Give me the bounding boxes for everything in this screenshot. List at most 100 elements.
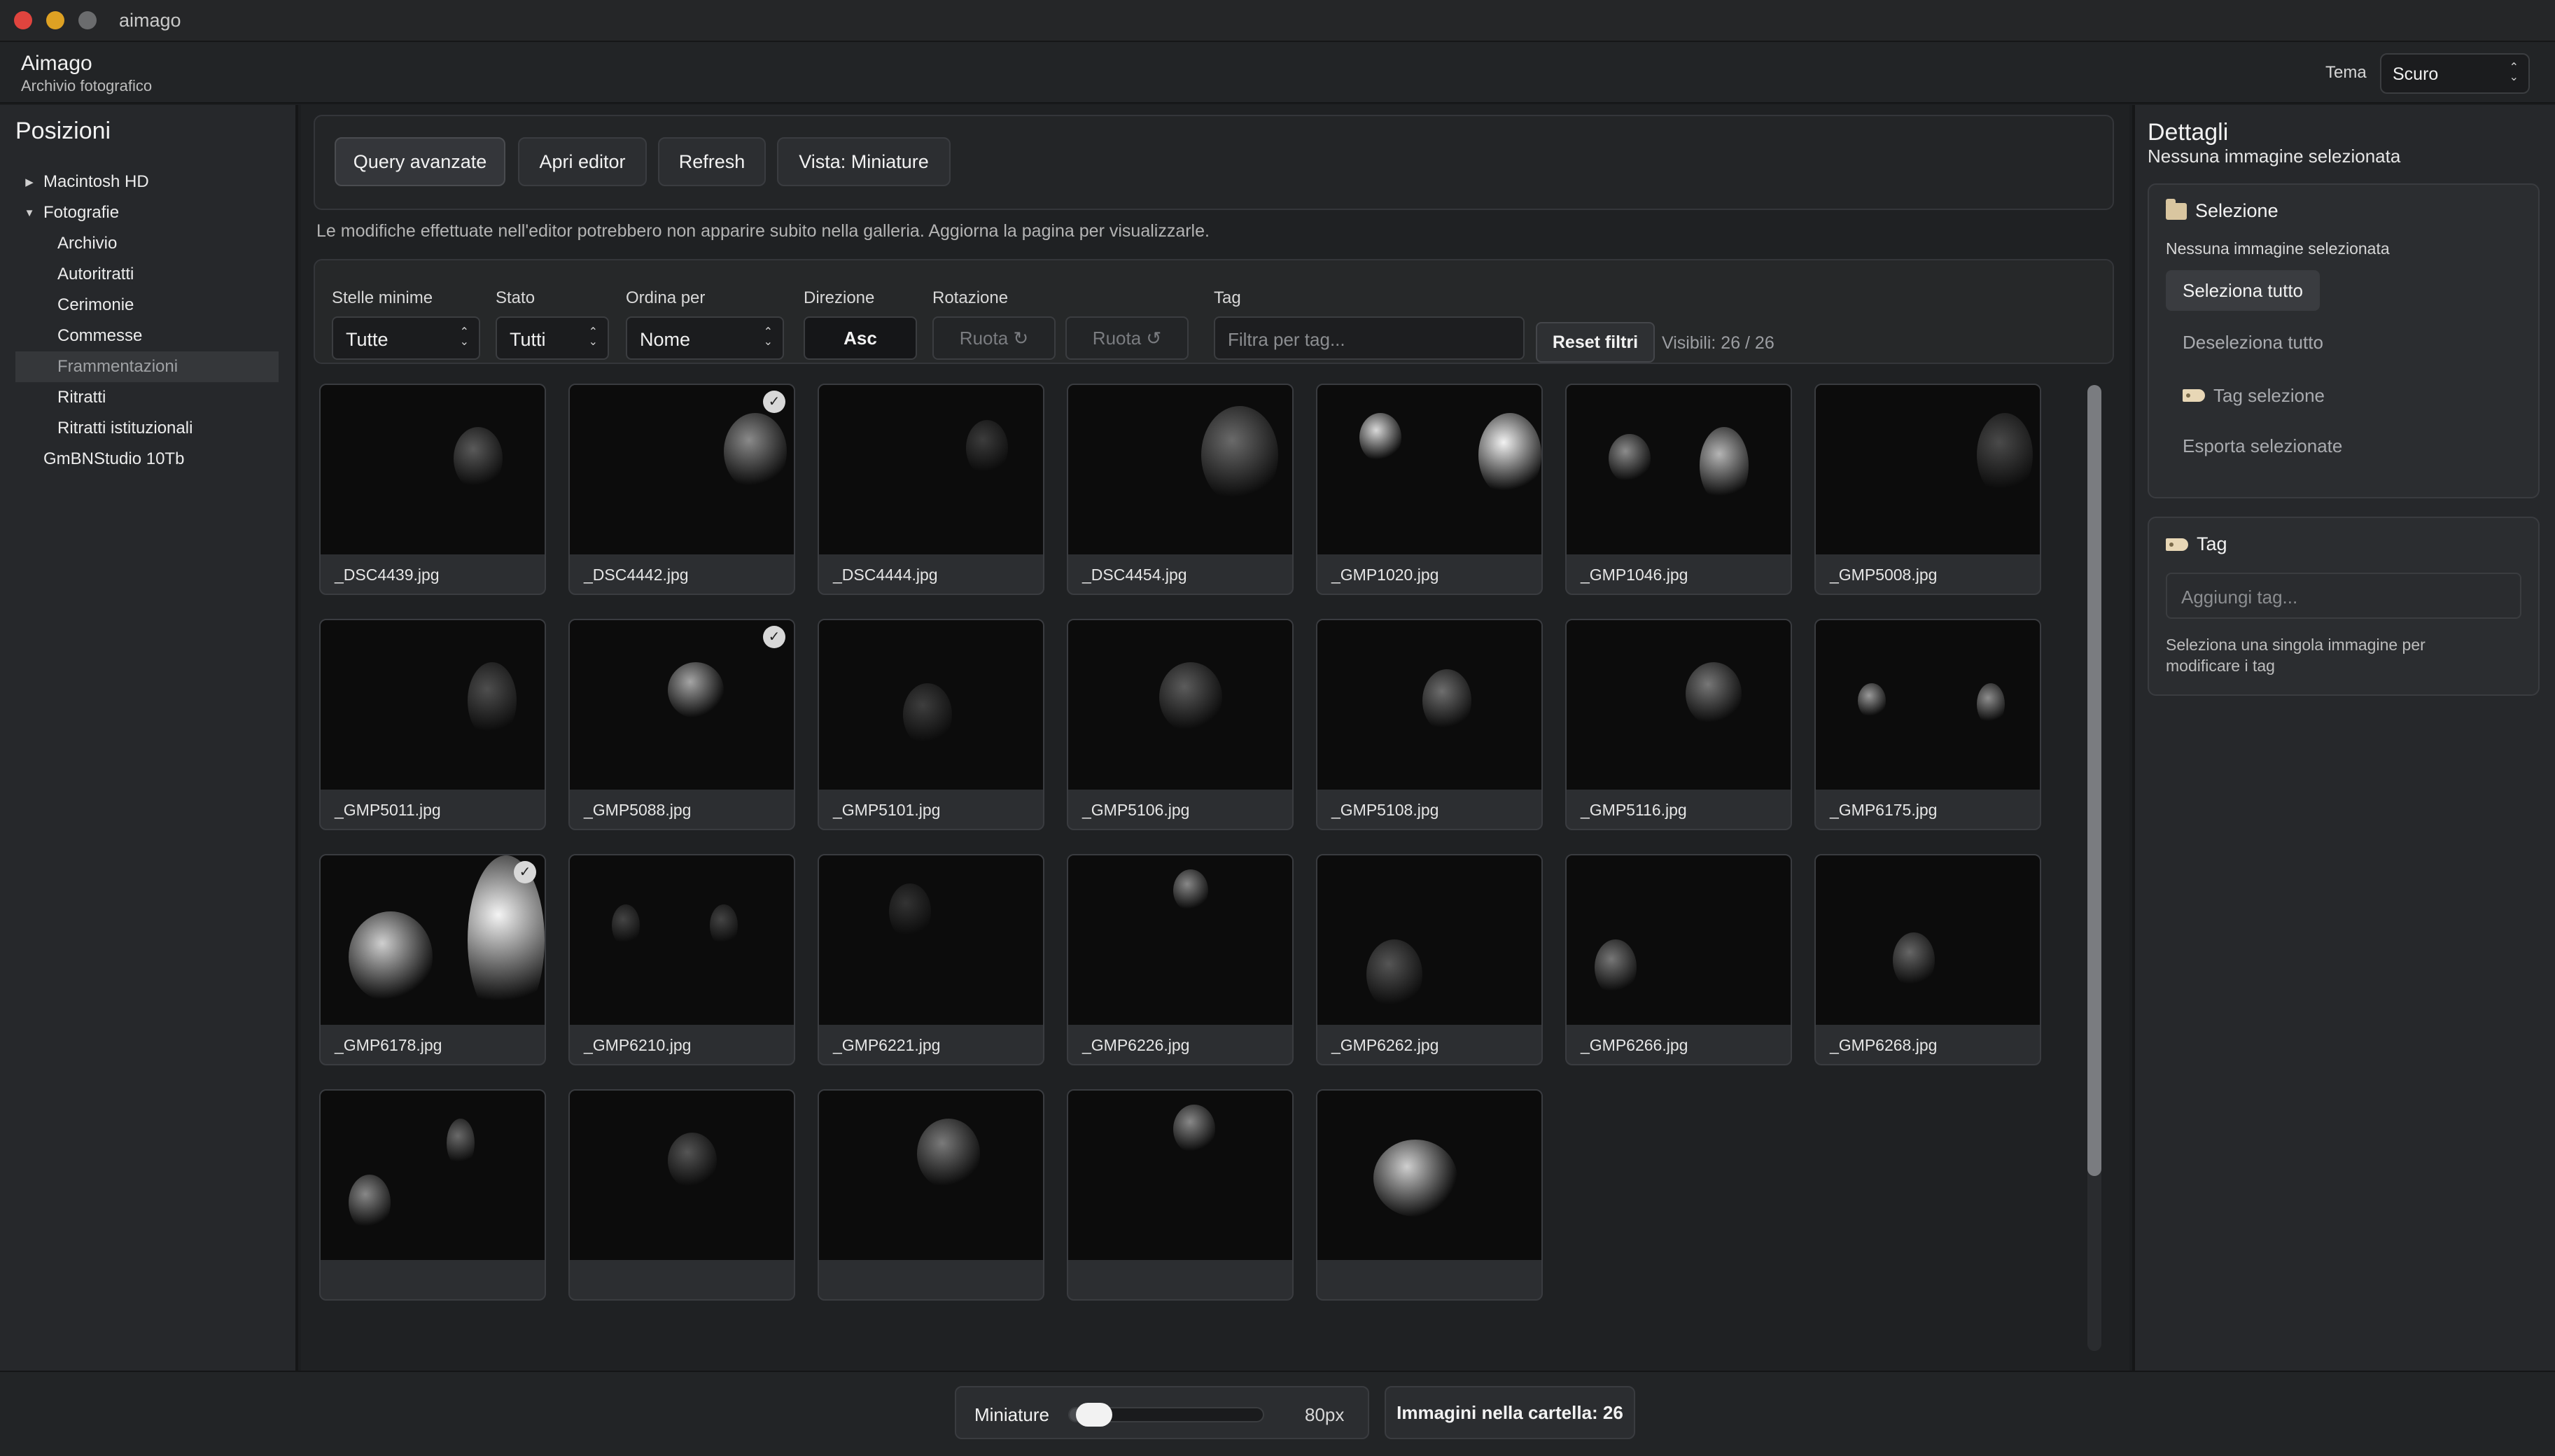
thumbnail-card[interactable]: [1316, 1089, 1543, 1301]
stars-filter-select[interactable]: Tutte ⌃ ⌄: [332, 316, 480, 360]
thumbnail-card[interactable]: _GMP5116.jpg: [1565, 619, 1792, 830]
gallery-scrollbar[interactable]: [2087, 385, 2101, 1176]
thumbnail-card[interactable]: _GMP6262.jpg: [1316, 854, 1543, 1065]
thumbnail-image[interactable]: [1068, 855, 1292, 1025]
sidebar-item-ritratti-istituzionali[interactable]: Ritratti istituzionali: [0, 413, 294, 444]
thumbnail-gallery[interactable]: _DSC4439.jpg _DSC4442.jpg ✓ _DSC4444.jpg _DS…: [319, 384, 2076, 1350]
thumbnail-image[interactable]: [1317, 1091, 1541, 1260]
thumbnail-image[interactable]: [321, 855, 545, 1025]
select-all-button[interactable]: Seleziona tutto: [2166, 270, 2320, 311]
selection-card-title: Selezione: [2195, 200, 2278, 221]
thumbnail-card[interactable]: _DSC4444.jpg: [818, 384, 1044, 595]
add-tag-input[interactable]: Aggiungi tag...: [2166, 573, 2521, 619]
thumbnail-card[interactable]: _GMP6210.jpg: [568, 854, 795, 1065]
thumbnail-image[interactable]: [1816, 620, 2040, 790]
rotate-cw-button[interactable]: Ruota ↻: [932, 316, 1056, 360]
sidebar-item-ritratti[interactable]: Ritratti: [0, 382, 294, 413]
photo-subject: [1700, 427, 1749, 504]
thumbnail-card[interactable]: [568, 1089, 795, 1301]
status-filter-value: Tutti: [510, 329, 546, 350]
thumbnail-image[interactable]: [819, 1091, 1043, 1260]
open-editor-button[interactable]: Apri editor: [518, 137, 647, 186]
sidebar-item-cerimonie[interactable]: Cerimonie: [0, 290, 294, 321]
thumbnail-card[interactable]: _GMP1020.jpg: [1316, 384, 1543, 595]
details-subtitle: Nessuna immagine selezionata: [2148, 146, 2401, 167]
thumbnail-image[interactable]: [1068, 1091, 1292, 1260]
thumbnail-card[interactable]: [818, 1089, 1044, 1301]
query-button[interactable]: Query avanzate: [335, 137, 505, 186]
thumbnail-image[interactable]: [819, 620, 1043, 790]
deselect-all-button[interactable]: Deseleziona tutto: [2166, 322, 2340, 363]
sort-select[interactable]: Nome ⌃ ⌄: [626, 316, 784, 360]
thumbnail-card[interactable]: _DSC4454.jpg: [1067, 384, 1294, 595]
checkmark-icon[interactable]: ✓: [514, 861, 536, 883]
thumbnail-image[interactable]: [1816, 855, 2040, 1025]
disclosure-right-icon[interactable]: ▶: [20, 176, 39, 188]
thumbnail-card[interactable]: _GMP6221.jpg: [818, 854, 1044, 1065]
export-selected-button[interactable]: Esporta selezionate: [2166, 426, 2359, 466]
tag-filter-input[interactable]: Filtra per tag...: [1214, 316, 1525, 360]
thumbnail-image[interactable]: [1567, 855, 1791, 1025]
view-mode-button[interactable]: Vista: Miniature: [777, 137, 951, 186]
sidebar-item-label: Autoritratti: [57, 265, 134, 284]
reset-filters-button[interactable]: Reset filtri: [1536, 322, 1655, 363]
thumbnail-card[interactable]: _GMP6226.jpg: [1067, 854, 1294, 1065]
thumbnail-card[interactable]: _GMP6175.jpg: [1814, 619, 2041, 830]
checkmark-icon[interactable]: ✓: [763, 391, 785, 413]
status-filter-select[interactable]: Tutti ⌃ ⌄: [496, 316, 609, 360]
direction-toggle[interactable]: Asc: [804, 316, 917, 360]
thumbnail-image[interactable]: [1816, 385, 2040, 554]
thumbnail-image[interactable]: [570, 855, 794, 1025]
thumbnail-image[interactable]: [1068, 620, 1292, 790]
close-window-button[interactable]: [14, 11, 32, 29]
folder-tree: ▶ Macintosh HD ▼ Fotografie Archivio Aut…: [0, 167, 294, 475]
thumbnail-card[interactable]: [319, 1089, 546, 1301]
thumbnail-card[interactable]: _DSC4439.jpg: [319, 384, 546, 595]
footer-bar: Miniature 80px Immagini nella cartella: …: [0, 1371, 2555, 1456]
checkmark-icon[interactable]: ✓: [763, 626, 785, 648]
sidebar-item-fotografie[interactable]: ▼ Fotografie: [0, 197, 294, 228]
thumbnail-card[interactable]: _GMP5101.jpg: [818, 619, 1044, 830]
theme-select[interactable]: Scuro ⌃ ⌄: [2380, 53, 2530, 94]
sidebar-item-archivio[interactable]: Archivio: [0, 228, 294, 259]
thumbnail-card[interactable]: [1067, 1089, 1294, 1301]
sidebar-item-gmbnstudio[interactable]: GmBNStudio 10Tb: [0, 444, 294, 475]
thumbnail-image[interactable]: [1068, 385, 1292, 554]
thumbnail-image[interactable]: [321, 385, 545, 554]
thumbnail-size-knob[interactable]: [1076, 1403, 1113, 1427]
thumbnail-image[interactable]: [570, 620, 794, 790]
thumbnail-card[interactable]: _GMP5088.jpg ✓: [568, 619, 795, 830]
thumbnail-card[interactable]: _GMP1046.jpg: [1565, 384, 1792, 595]
zoom-window-button[interactable]: [78, 11, 97, 29]
thumbnail-image[interactable]: [819, 385, 1043, 554]
thumbnail-image[interactable]: [570, 1091, 794, 1260]
thumbnail-card[interactable]: _GMP6266.jpg: [1565, 854, 1792, 1065]
thumbnail-card[interactable]: _GMP5106.jpg: [1067, 619, 1294, 830]
thumbnail-card[interactable]: _GMP6178.jpg ✓: [319, 854, 546, 1065]
disclosure-down-icon[interactable]: ▼: [20, 207, 39, 219]
thumbnail-card[interactable]: _GMP5008.jpg: [1814, 384, 2041, 595]
sidebar-item-commesse[interactable]: Commesse: [0, 321, 294, 351]
thumbnail-card[interactable]: _GMP6268.jpg: [1814, 854, 2041, 1065]
thumbnail-image[interactable]: [1317, 620, 1541, 790]
tag-selection-button[interactable]: Tag selezione: [2166, 375, 2342, 416]
sidebar-item-autoritratti[interactable]: Autoritratti: [0, 259, 294, 290]
thumbnail-card[interactable]: _GMP5011.jpg: [319, 619, 546, 830]
minimize-window-button[interactable]: [46, 11, 64, 29]
thumbnail-image[interactable]: [1567, 620, 1791, 790]
thumbnail-filename: _GMP5008.jpg: [1830, 566, 1938, 584]
refresh-button[interactable]: Refresh: [658, 137, 766, 186]
sidebar-item-frammentazioni[interactable]: Frammentazioni: [15, 351, 279, 382]
thumbnail-image[interactable]: [321, 1091, 545, 1260]
rotate-ccw-button[interactable]: Ruota ↺: [1065, 316, 1189, 360]
thumbnail-card[interactable]: _GMP5108.jpg: [1316, 619, 1543, 830]
sidebar-item-macintosh-hd[interactable]: ▶ Macintosh HD: [0, 167, 294, 197]
thumbnail-card[interactable]: _DSC4442.jpg ✓: [568, 384, 795, 595]
thumbnail-image[interactable]: [1317, 385, 1541, 554]
thumbnail-image[interactable]: [570, 385, 794, 554]
thumbnail-image[interactable]: [819, 855, 1043, 1025]
photo-subject: [468, 855, 545, 1025]
thumbnail-image[interactable]: [321, 620, 545, 790]
thumbnail-image[interactable]: [1567, 385, 1791, 554]
thumbnail-image[interactable]: [1317, 855, 1541, 1025]
